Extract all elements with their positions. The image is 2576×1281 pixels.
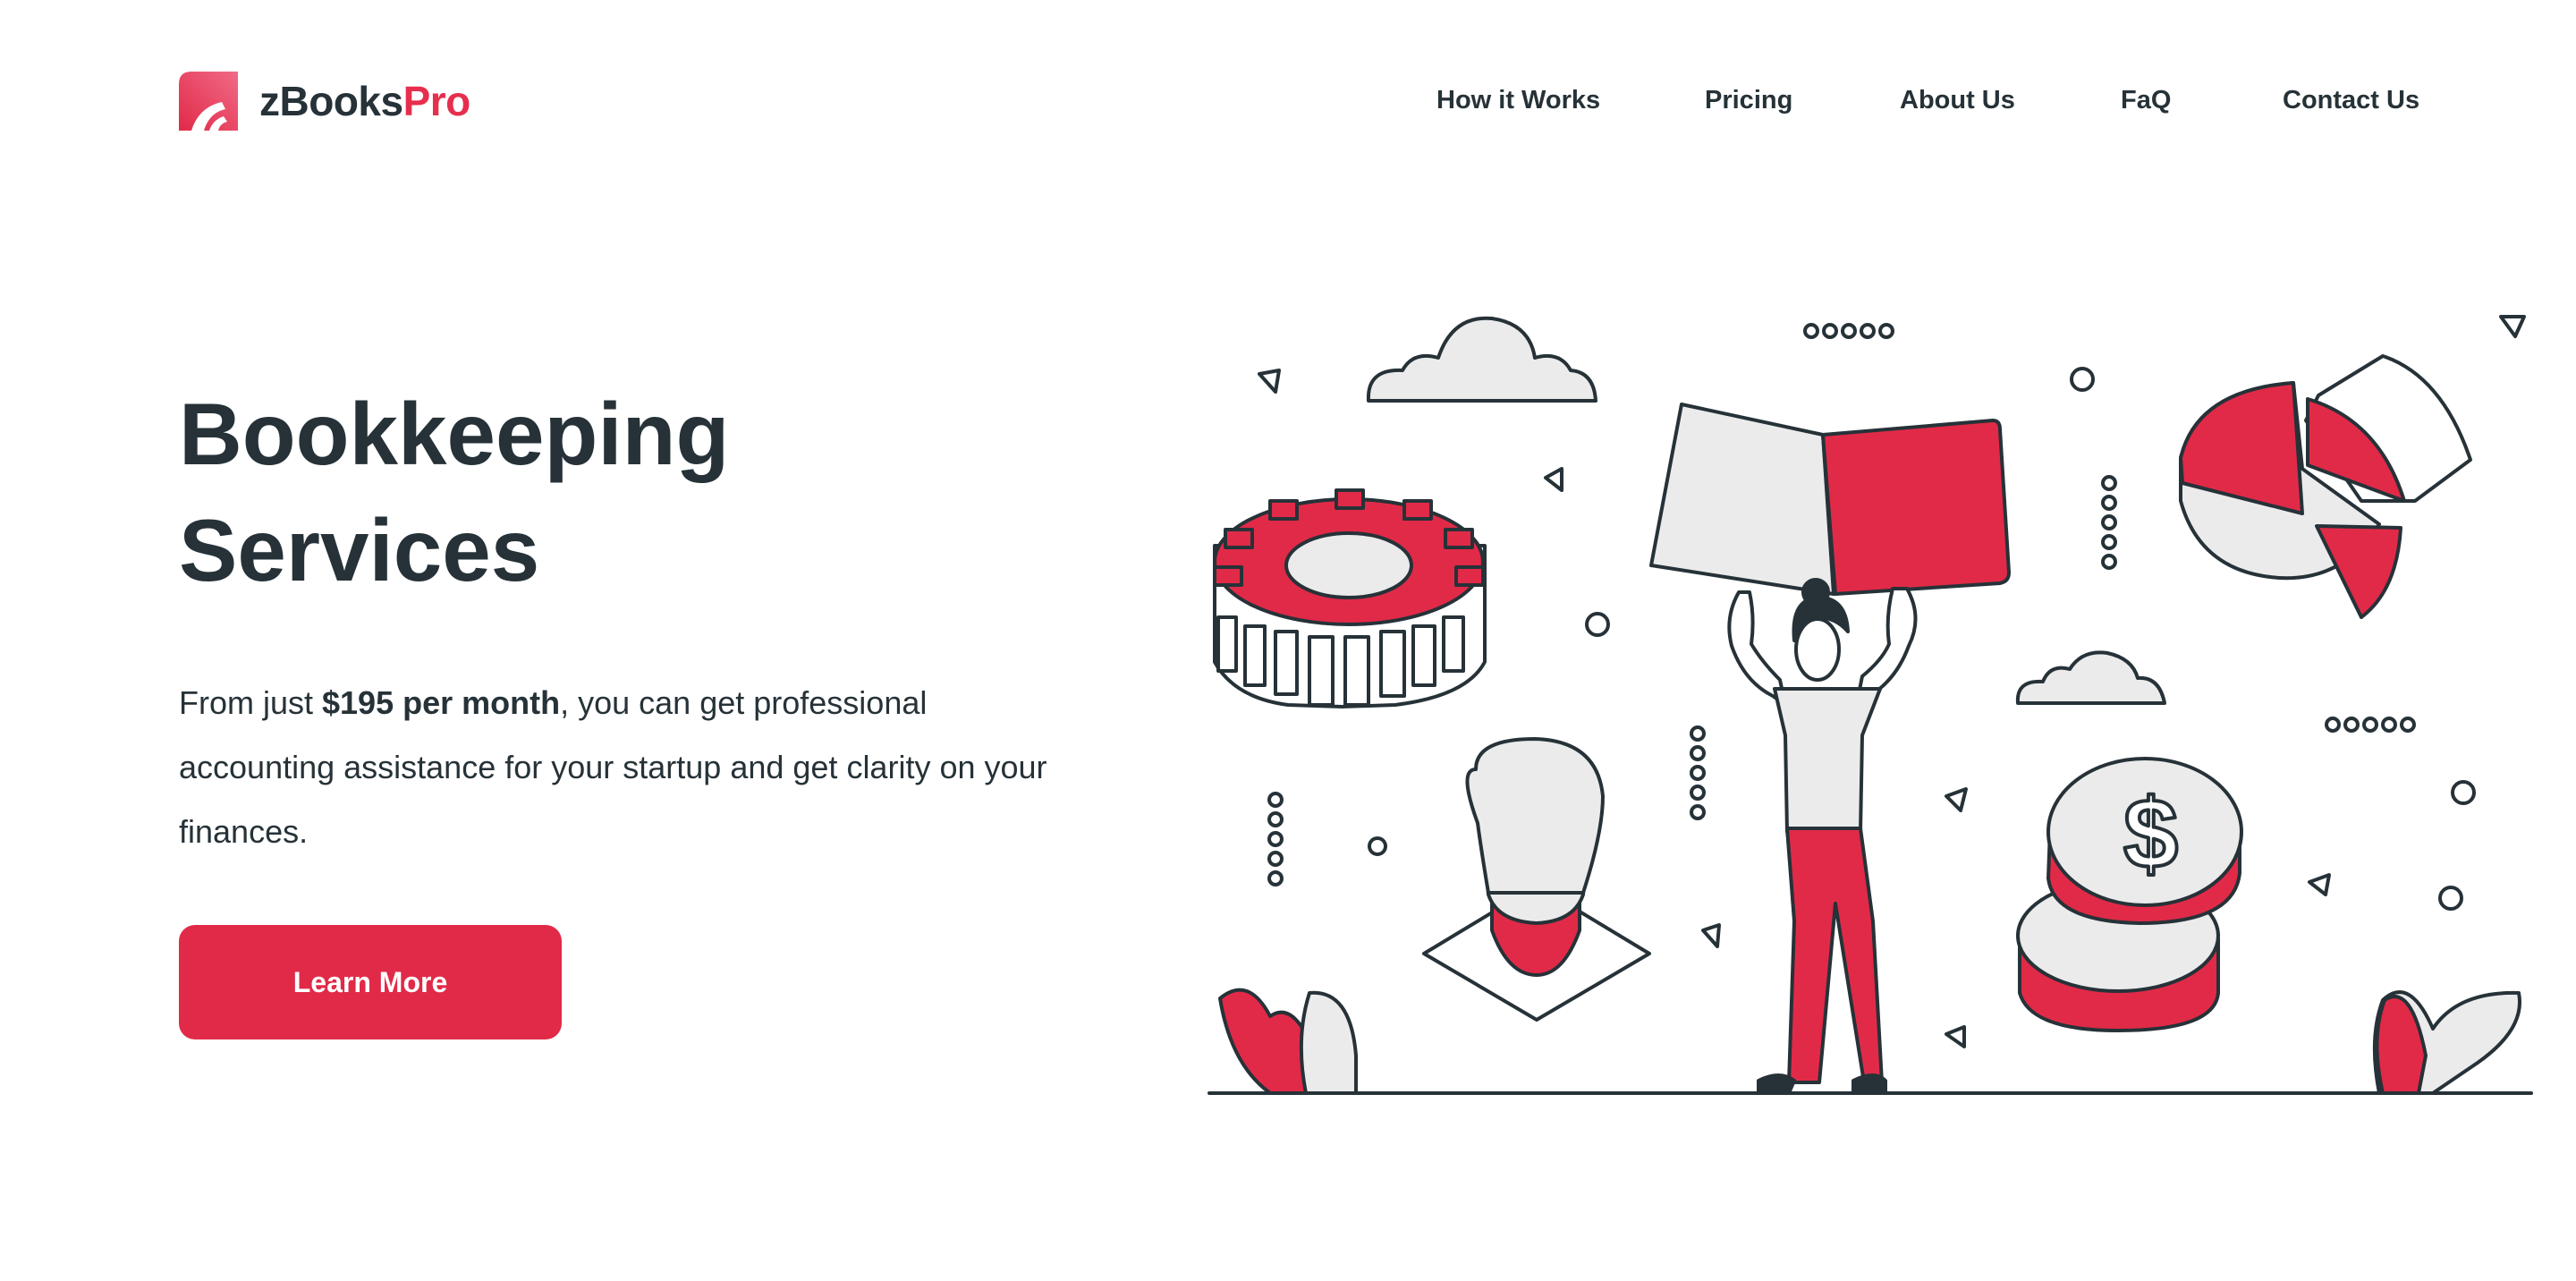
person-icon — [1727, 578, 1918, 1095]
hero-title-line-1: Bookkeeping — [179, 385, 730, 483]
brand-name: zBooksPro — [259, 77, 470, 125]
brand-logo[interactable]: zBooksPro — [179, 72, 470, 131]
plant-icon — [1218, 988, 1358, 1095]
hero-title: Bookkeeping Services — [179, 376, 729, 608]
books-icon — [1649, 403, 2011, 596]
plant-icon — [2372, 990, 2521, 1095]
hero-title-line-2: Services — [179, 501, 540, 599]
nav-about-us[interactable]: About Us — [1900, 86, 2015, 115]
brand-name-accent: Pro — [402, 78, 471, 124]
logo-mark-icon — [179, 72, 238, 131]
learn-more-button[interactable]: Learn More — [179, 925, 562, 1039]
hero-description: From just $195 per month, you can get pr… — [179, 671, 1055, 864]
hero-illustration: $ — [1208, 315, 2533, 1095]
pie-chart-icon — [2179, 354, 2472, 619]
cloud-icon — [2015, 650, 2166, 705]
brand-name-main: zBooks — [259, 78, 403, 124]
coins-icon: $ — [2016, 757, 2243, 1032]
hero-desc-prefix: From just — [179, 684, 323, 721]
gear-icon — [1213, 488, 1487, 708]
hero-price: $195 per month — [322, 684, 561, 721]
nav-how-it-works[interactable]: How it Works — [1436, 86, 1600, 115]
nav-contact-us[interactable]: Contact Us — [2283, 86, 2419, 115]
nav-faq[interactable]: FaQ — [2121, 86, 2171, 115]
nav-pricing[interactable]: Pricing — [1705, 86, 1792, 115]
cloud-icon — [1366, 316, 1597, 403]
svg-text:$: $ — [2123, 779, 2178, 889]
lightbulb-icon — [1422, 737, 1651, 1022]
